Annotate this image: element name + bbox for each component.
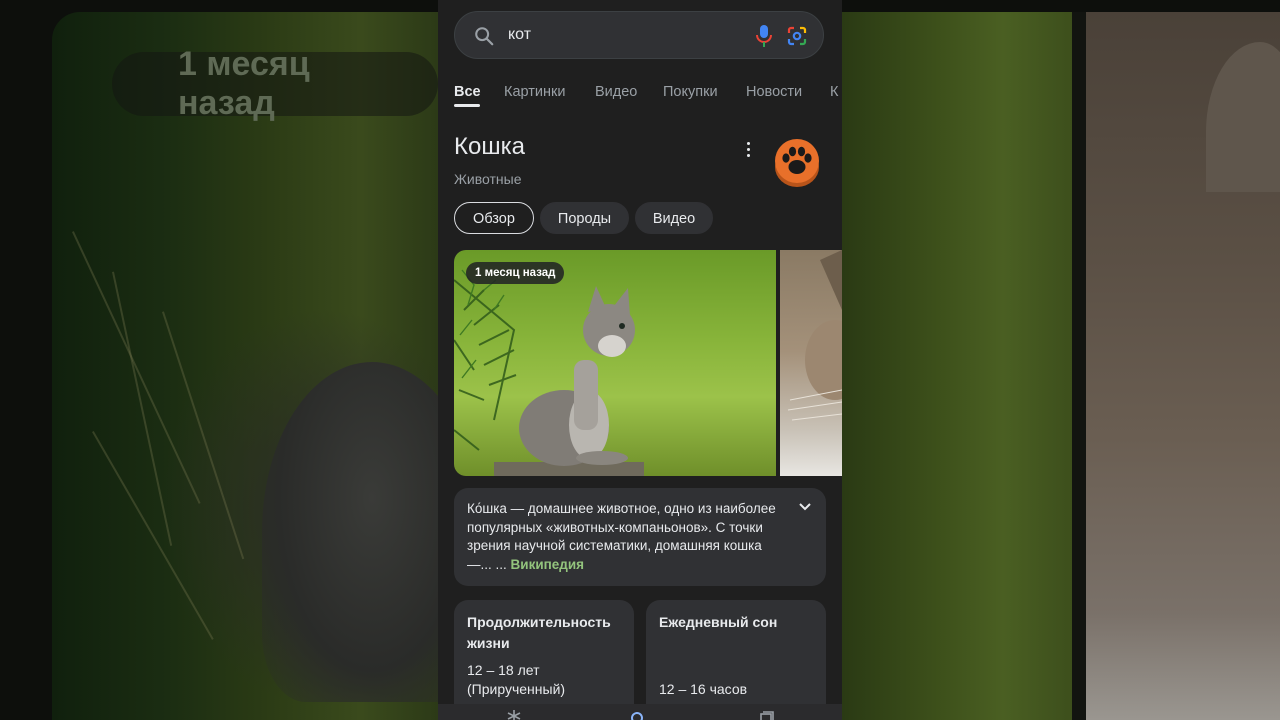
background-center-blur [842, 12, 1072, 720]
search-query[interactable]: кот [508, 26, 531, 44]
tab-all[interactable]: Все [454, 84, 481, 100]
active-tab-indicator [454, 104, 480, 107]
search-tabs: Все Картинки Видео Покупки Новости К [454, 84, 842, 114]
chip-video[interactable]: Видео [635, 202, 713, 234]
search-icon[interactable] [473, 25, 495, 47]
tab-shopping[interactable]: Покупки [663, 84, 718, 100]
tab-news[interactable]: Новости [746, 84, 802, 100]
search-nav-icon[interactable] [630, 710, 646, 720]
chevron-down-icon[interactable] [798, 502, 812, 512]
background-divider [1072, 12, 1086, 720]
knowledge-panel-title: Кошка [454, 133, 525, 160]
background-left-blur: 1 месяц назад [52, 12, 438, 720]
blurred-kitten [262, 362, 438, 702]
chip-breeds[interactable]: Породы [540, 202, 629, 234]
fact-label: Продолжительность жизни [467, 614, 611, 651]
second-cat-image[interactable] [780, 250, 842, 476]
fact-card-sleep[interactable]: Ежедневный сон 12 – 16 часов [646, 600, 826, 720]
background-badge: 1 месяц назад [112, 45, 438, 122]
bottom-navigation [438, 704, 842, 720]
more-vert-icon[interactable] [744, 142, 752, 160]
fact-value: 12 – 16 часов [659, 681, 748, 697]
tab-videos[interactable]: Видео [595, 84, 637, 100]
fact-value: 12 – 18 лет (Прирученный) [467, 662, 566, 697]
tab-images[interactable]: Картинки [504, 84, 565, 100]
fact-card-lifespan[interactable]: Продолжительность жизни 12 – 18 лет (При… [454, 600, 634, 720]
tabs-icon[interactable] [758, 710, 774, 720]
google-lens-icon[interactable] [787, 26, 807, 46]
image-age-badge: 1 месяц назад [466, 262, 565, 284]
kitten-image[interactable]: 1 месяц назад [454, 250, 776, 476]
tab-more-truncated[interactable]: К [830, 84, 838, 100]
search-bar[interactable]: кот [454, 11, 824, 59]
phone-screen: кот Все Картинки Видео Покупки Новости К… [438, 0, 842, 720]
fact-label: Ежедневный сон [659, 614, 778, 630]
description-card[interactable]: Ко́шка — домашнее животное, одно из наиб… [454, 488, 826, 586]
chip-overview[interactable]: Обзор [454, 202, 534, 234]
wikipedia-link[interactable]: Википедия [511, 557, 585, 572]
discover-icon[interactable] [506, 710, 522, 720]
background-right-blur [1086, 12, 1280, 720]
microphone-icon[interactable] [755, 24, 773, 48]
knowledge-panel-subtitle: Животные [454, 171, 522, 187]
paw-icon [775, 139, 819, 187]
